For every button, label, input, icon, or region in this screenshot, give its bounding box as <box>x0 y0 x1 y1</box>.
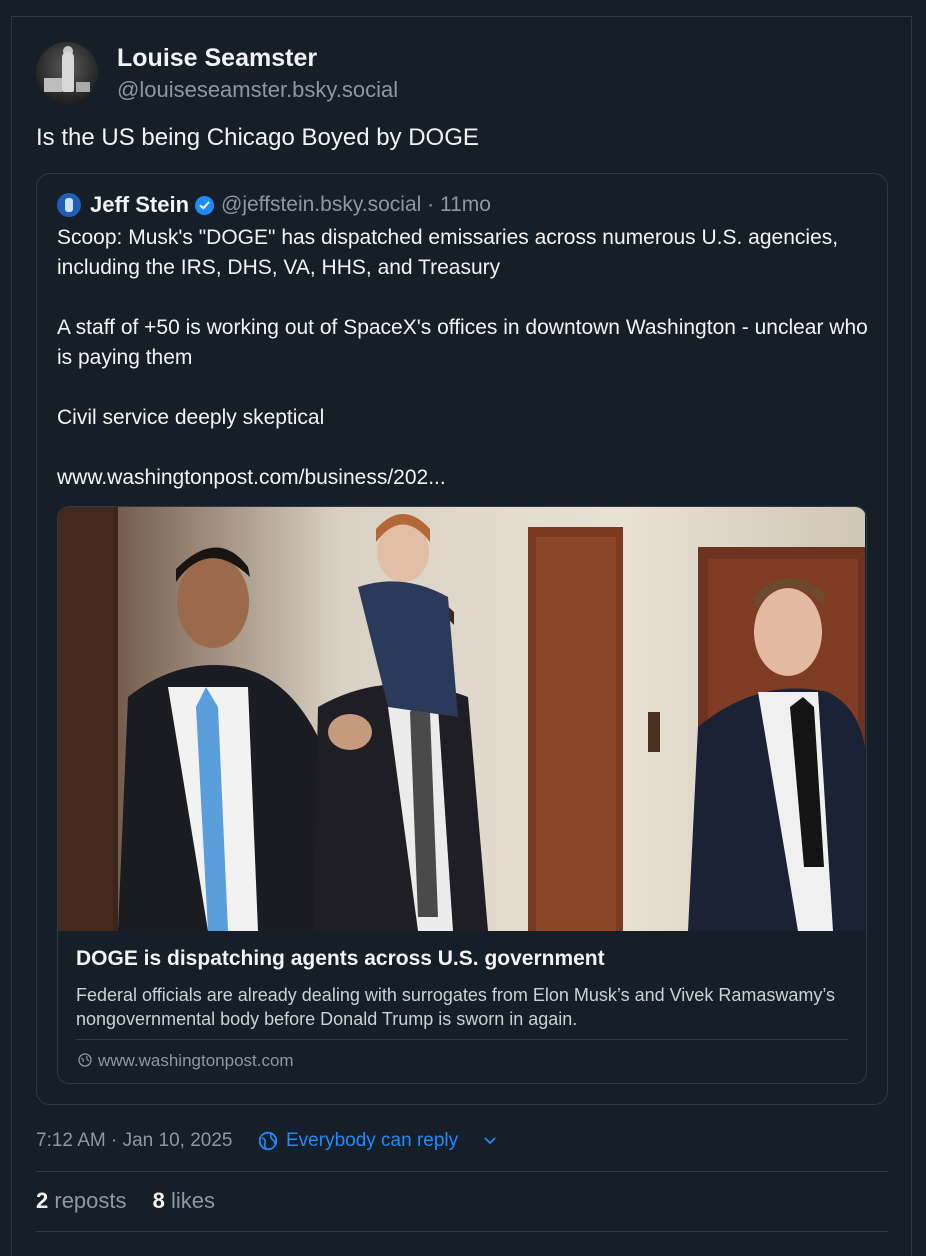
likes-stat[interactable]: 8 likes <box>153 1188 215 1214</box>
engagement-stats: 2 reposts 8 likes <box>36 1188 235 1214</box>
link-card-title[interactable]: DOGE is dispatching agents across U.S. g… <box>76 947 605 971</box>
globe-icon <box>78 1053 92 1067</box>
link-card-image <box>58 507 865 931</box>
likes-count: 8 <box>152 1188 165 1213</box>
link-card-divider <box>76 1039 848 1040</box>
reply-setting-button[interactable]: Everybody can reply <box>286 1130 458 1152</box>
reposts-stat[interactable]: 2 reposts <box>36 1188 127 1214</box>
reposts-count: 2 <box>36 1188 49 1213</box>
link-card-domain: www.washingtonpost.com <box>98 1051 294 1070</box>
likes-label: likes <box>171 1188 216 1213</box>
quoted-link[interactable]: www.washingtonpost.com/business/202... <box>57 463 872 493</box>
quoted-handle-time: @jeffstein.bsky.social · 11mo <box>221 193 491 216</box>
post-timestamp: 7:12 AM · Jan 10, 2025 <box>36 1130 233 1151</box>
author-avatar[interactable] <box>36 42 98 104</box>
quoted-line-3: Civil service deeply skeptical <box>57 406 325 429</box>
quoted-author-avatar[interactable] <box>57 193 81 217</box>
quoted-line-1: Scoop: Musk's "DOGE" has dispatched emis… <box>57 226 839 279</box>
post-text: Is the US being Chicago Boyed by DOGE <box>36 124 479 151</box>
divider <box>36 1171 888 1172</box>
chevron-down-icon[interactable] <box>484 1137 496 1145</box>
quoted-post-text: Scoop: Musk's "DOGE" has dispatched emis… <box>57 223 872 493</box>
earth-icon[interactable] <box>258 1131 278 1151</box>
link-card-description: Federal officials are already dealing wi… <box>76 985 836 1029</box>
verified-badge-icon <box>195 196 214 215</box>
reposts-label: reposts <box>54 1188 127 1213</box>
quoted-line-2: A staff of +50 is working out of SpaceX'… <box>57 316 868 369</box>
divider <box>36 1231 888 1232</box>
author-handle[interactable]: @louiseseamster.bsky.social <box>117 77 398 103</box>
link-card[interactable]: DOGE is dispatching agents across U.S. g… <box>57 506 867 1084</box>
quoted-author-name[interactable]: Jeff Stein <box>90 192 189 218</box>
author-name[interactable]: Louise Seamster <box>117 44 317 73</box>
